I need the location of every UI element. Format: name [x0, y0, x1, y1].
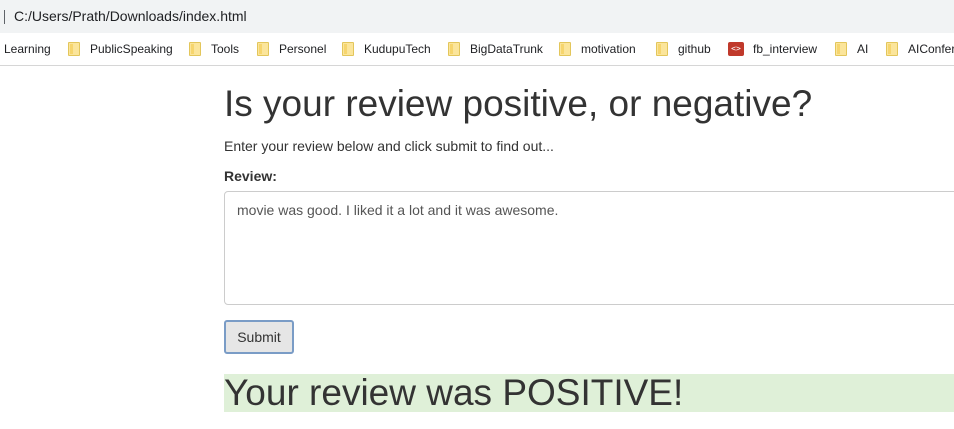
- bookmark-personel[interactable]: Personel: [257, 33, 326, 65]
- bookmark-label: fb_interview: [753, 42, 818, 56]
- bookmark-github[interactable]: github: [656, 33, 711, 65]
- bookmark-tools[interactable]: Tools: [189, 33, 239, 65]
- code-icon: <>: [728, 42, 744, 56]
- bookmark-label: BigDataTrunk: [470, 42, 543, 56]
- text-cursor: [4, 10, 5, 24]
- folder-icon: [656, 42, 668, 56]
- bookmark-label: PublicSpeaking: [90, 42, 173, 56]
- page-title: Is your review positive, or negative?: [224, 83, 813, 124]
- bookmark-label: AI: [857, 42, 869, 56]
- bookmark-kudaputech[interactable]: KudupuTech: [342, 33, 431, 65]
- bookmark-label: Personel: [279, 42, 327, 56]
- bookmark-fb-interview[interactable]: <> fb_interview: [728, 33, 817, 65]
- bookmark-bigdatatrunk[interactable]: BigDataTrunk: [448, 33, 543, 65]
- folder-icon: [448, 42, 460, 56]
- folder-icon: [559, 42, 571, 56]
- folder-icon: [886, 42, 898, 56]
- bookmark-label: Learning: [4, 42, 51, 56]
- result-text: Your review was POSITIVE!: [224, 372, 684, 413]
- folder-icon: [835, 42, 847, 56]
- folder-icon: [342, 42, 354, 56]
- bookmark-label: github: [678, 42, 711, 56]
- bookmark-learning[interactable]: Learning: [4, 33, 51, 65]
- bookmark-label: AIConfer: [908, 42, 954, 56]
- bookmark-label: motivation: [581, 42, 636, 56]
- review-label: Review:: [224, 168, 277, 184]
- folder-icon: [257, 42, 269, 56]
- page-subtitle: Enter your review below and click submit…: [224, 138, 554, 154]
- folder-icon: [68, 42, 80, 56]
- bookmark-motivation[interactable]: motivation: [559, 33, 636, 65]
- result-banner: Your review was POSITIVE!: [224, 374, 954, 412]
- submit-button[interactable]: Submit: [224, 320, 294, 354]
- bookmark-label: Tools: [211, 42, 240, 56]
- bookmark-aiconfer[interactable]: AIConfer: [886, 33, 954, 65]
- bookmark-publicspeaking[interactable]: PublicSpeaking: [68, 33, 173, 65]
- bookmark-label: KudupuTech: [364, 42, 431, 56]
- review-textarea[interactable]: movie was good. I liked it a lot and it …: [224, 191, 954, 305]
- bookmark-ai[interactable]: AI: [835, 33, 868, 65]
- address-url[interactable]: C:/Users/Prath/Downloads/index.html: [14, 8, 247, 24]
- folder-icon: [189, 42, 201, 56]
- address-bar[interactable]: C:/Users/Prath/Downloads/index.html: [0, 0, 954, 33]
- bookmarks-bar: Learning PublicSpeaking Tools Personel K…: [0, 33, 954, 66]
